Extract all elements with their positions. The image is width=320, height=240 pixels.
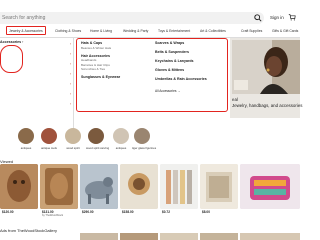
product-card-image[interactable] [240,164,300,209]
product-price: $8.00 [202,210,210,214]
menu-link-umbrellas[interactable]: Umbrellas & Rain Accessories [155,77,207,81]
mega-menu-column-2: Scarves & Wraps Belts & Suspenders Keych… [155,41,207,93]
ad-thumbnail[interactable] [240,233,300,240]
product-card-image[interactable] [160,164,198,209]
search-bar[interactable]: Search for anything [0,12,264,24]
menu-link-barrettes[interactable]: Barrettes & Hair Clips [81,63,120,67]
chevron-right-icon[interactable]: › [70,62,71,66]
nav-item-jewelry-accessories[interactable]: Jewelry & Accessories [6,26,46,35]
menu-link-sunglasses[interactable]: Sunglasses & Eyewear [81,75,120,79]
dropdown-heading[interactable]: Accessories › [0,40,23,44]
chevron-right-icon[interactable]: › [70,42,71,46]
chevron-right-icon[interactable]: › [70,52,71,56]
chevron-right-icon[interactable]: › [70,92,71,96]
accessories-highlight [0,45,23,73]
menu-link-scarves[interactable]: Scarves & Wraps [155,41,207,45]
category-circle-image[interactable] [65,128,81,144]
product-card-image[interactable] [120,164,158,209]
product-price: $0.72 [162,210,170,214]
sign-in-link[interactable]: Sign in [270,15,284,20]
category-circle-image[interactable] [18,128,34,144]
chevron-right-icon[interactable]: › [70,102,71,106]
category-circle-label[interactable]: wood spirit carving [86,146,109,150]
chevron-right-icon[interactable]: › [70,82,71,86]
accessories-mega-menu: Hats & Caps Beanies & Winter Hats Hair A… [76,38,228,112]
chevron-right-icon[interactable]: › [70,72,71,76]
nav-item-clothing-shoes[interactable]: Clothing & Shoes [55,29,81,33]
category-circle-label[interactable]: antique tools [39,146,59,150]
product-price: $290.00 [82,210,94,214]
nav-item-toys-entertainment[interactable]: Toys & Entertainment [158,29,190,33]
nav-item-craft-supplies[interactable]: Craft Supplies [241,29,262,33]
product-card-image[interactable] [200,164,238,209]
search-icon[interactable] [254,14,262,22]
nav-item-home-living[interactable]: Home & Living [90,29,112,33]
category-circle-image[interactable] [88,128,104,144]
section-title-ads: Ads from TheWoodStockGallery [0,228,57,233]
product-card-image[interactable] [80,164,118,209]
category-circle-label[interactable]: wood spirit [63,146,83,150]
ad-thumbnail[interactable] [160,233,198,240]
category-circle-image[interactable] [134,128,150,144]
product-price: $120.00 [2,210,14,214]
hero-caption-line1: eal [232,97,238,102]
category-nav: Jewelry & Accessories Clothing & Shoes H… [0,26,300,36]
product-card-image[interactable] [0,164,38,209]
ad-thumbnail[interactable] [200,233,238,240]
hero-image[interactable] [232,40,300,94]
category-circle-image[interactable] [113,128,129,144]
mega-menu-column-1: Hats & Caps Beanies & Winter Hats Hair A… [81,41,120,80]
product-price: $158.00 [122,210,134,214]
menu-link-beanies[interactable]: Beanies & Winter Hats [81,46,120,50]
nav-item-art-collectibles[interactable]: Art & Collectibles [200,29,226,33]
category-circle-label[interactable]: tiger glass figurines [132,146,156,150]
menu-link-headbands[interactable]: Headbands [81,58,120,62]
cart-icon[interactable] [288,13,296,21]
menu-link-belts[interactable]: Belts & Suspenders [155,50,207,54]
category-circle-label[interactable]: antiques [111,146,131,150]
menu-link-all-accessories[interactable]: All Accessories → [155,89,207,93]
menu-link-hair-accessories[interactable]: Hair Accessories [81,54,120,58]
category-circle-label[interactable]: antiques [16,146,36,150]
nav-item-wedding-party[interactable]: Wedding & Party [123,29,148,33]
nav-item-gifts[interactable]: Gifts & Gift Cards [272,29,298,33]
menu-link-scrunchies[interactable]: Scrunchies & Ties [81,67,120,71]
ad-thumbnail[interactable] [120,233,158,240]
menu-link-hats-caps[interactable]: Hats & Caps [81,41,120,45]
ad-thumbnail[interactable] [80,233,118,240]
menu-link-keychains[interactable]: Keychains & Lanyards [155,59,207,63]
product-shop[interactable]: by TheWoodStock [42,214,63,217]
menu-link-gloves[interactable]: Gloves & Mittens [155,68,207,72]
search-input[interactable]: Search for anything [2,15,45,21]
product-card-image[interactable] [40,164,78,209]
hero-caption: Jewelry, handbags, and accessories [232,103,303,108]
category-circle-image[interactable] [41,128,57,144]
